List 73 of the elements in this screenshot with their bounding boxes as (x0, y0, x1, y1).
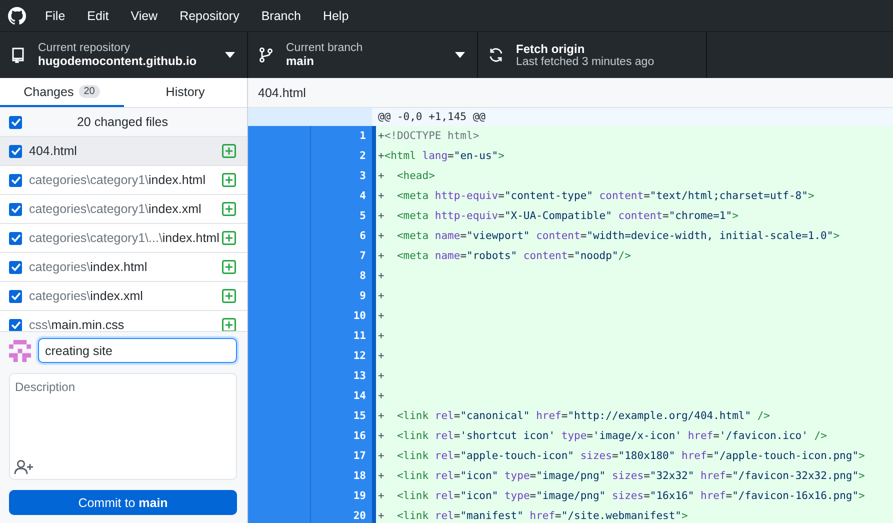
added-icon (222, 202, 236, 216)
menu-item[interactable]: View (130, 8, 158, 22)
line-number: 10 (310, 306, 372, 326)
file-row[interactable]: categories\category1\...\index.html (0, 224, 247, 253)
added-icon (222, 144, 236, 158)
checkbox[interactable] (9, 260, 22, 274)
line-number: 7 (310, 246, 372, 266)
line-number: 19 (310, 486, 372, 506)
file-row[interactable]: categories\category1\index.xml (0, 195, 247, 224)
description-field[interactable]: Description (9, 373, 237, 480)
logo-icon (8, 6, 26, 24)
added-icon (222, 173, 236, 187)
select-all-checkbox[interactable] (9, 116, 22, 128)
file-path: css\main.min.css (29, 318, 126, 331)
line-number: 13 (310, 366, 372, 386)
line-number: 16 (310, 426, 372, 446)
checkbox[interactable] (9, 290, 22, 302)
file-path: categories\index.html (29, 260, 148, 274)
summary-field[interactable]: creating site (38, 338, 237, 363)
line-number: 18 (310, 466, 372, 486)
file-path: 404.html (29, 144, 78, 158)
checkbox[interactable] (9, 144, 22, 158)
line-number: 8 (310, 266, 372, 286)
checkbox[interactable] (9, 318, 22, 331)
line-number: 5 (310, 206, 372, 226)
line-number: 9 (310, 286, 372, 306)
line-number: 12 (310, 346, 372, 366)
menu-item[interactable]: Repository (180, 8, 240, 22)
line-number: 2 (310, 146, 372, 166)
added-icon (222, 318, 236, 331)
file-row[interactable]: categories\category1\index.html (0, 166, 247, 195)
added-icon (222, 231, 236, 245)
line-number: 14 (310, 386, 372, 406)
hunk-header: @@ -0,0 +1,145 @@ (372, 108, 893, 126)
line-number: 20 (310, 506, 372, 523)
file-row[interactable]: 404.html (0, 137, 247, 166)
sync-icon (488, 47, 504, 63)
menu-item[interactable]: Branch (261, 8, 301, 22)
add-person-icon[interactable] (14, 459, 34, 475)
line-number: 6 (310, 226, 372, 246)
menu-item[interactable]: Edit (87, 8, 109, 22)
file-row[interactable]: categories\index.xml (0, 282, 247, 311)
checkbox[interactable] (9, 202, 22, 216)
commit-button[interactable]: Commit to main (9, 490, 237, 515)
gutter-cell (248, 506, 310, 523)
file-path: categories\index.xml (29, 289, 144, 303)
file-row[interactable]: categories\index.html (0, 253, 247, 282)
gutter-cell (310, 108, 372, 126)
line-number: 15 (310, 406, 372, 426)
line-number: 11 (310, 326, 372, 346)
menu-item[interactable]: Help (322, 8, 349, 22)
line-number: 3 (310, 166, 372, 186)
line-number: 4 (310, 186, 372, 206)
added-icon (222, 260, 236, 274)
branch-icon (258, 47, 274, 63)
repository-icon (10, 47, 26, 63)
added-icon (222, 289, 236, 303)
checkbox[interactable] (9, 232, 22, 244)
file-name: 404.html (258, 86, 306, 100)
gutter-cell (248, 126, 310, 146)
file-path: categories\category1\index.html (29, 173, 206, 187)
avatar-icon (9, 340, 31, 362)
line-number: 1 (310, 126, 372, 146)
file-path: categories\category1\index.xml (29, 202, 202, 216)
caret-icon (225, 52, 235, 58)
menu-item[interactable]: File (45, 8, 66, 22)
count-badge: 20 (78, 85, 100, 98)
line-number: 17 (310, 446, 372, 466)
checkbox[interactable] (9, 174, 22, 186)
changed-files-count: 20 changed files (76, 115, 170, 129)
file-path: categories\category1\...\index.html (29, 231, 220, 245)
caret-icon (455, 52, 465, 58)
gutter-cell (248, 108, 310, 126)
